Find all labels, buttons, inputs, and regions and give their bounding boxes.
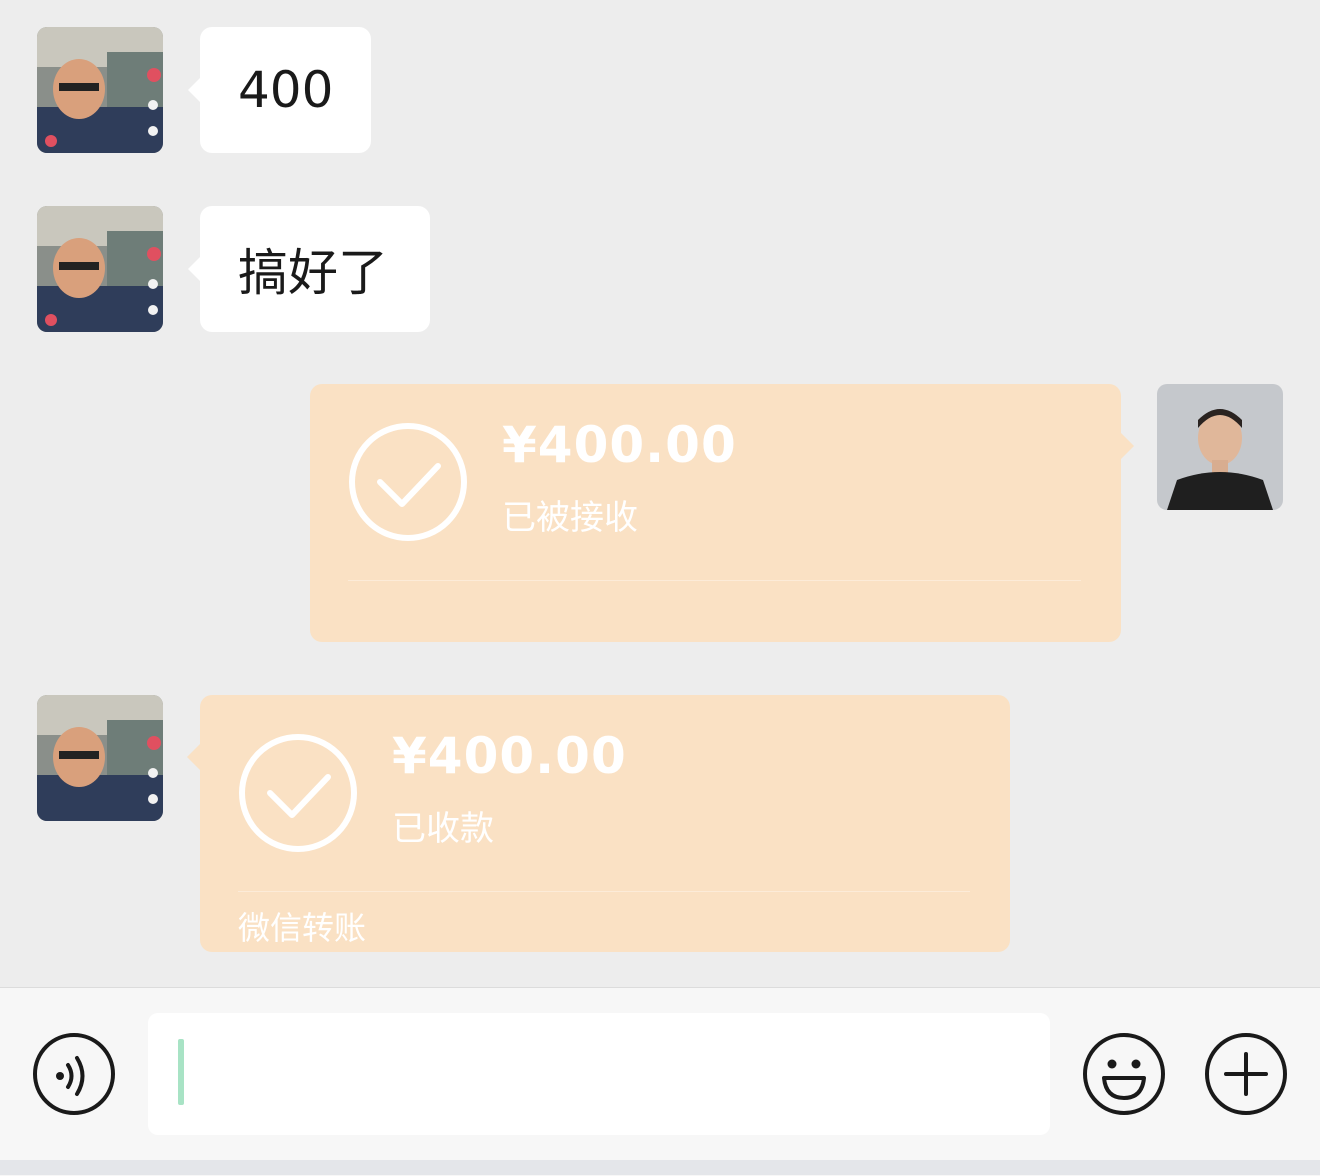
check-circle-icon — [239, 734, 357, 852]
transfer-footer: 微信转账 — [238, 909, 367, 947]
message-text: 400 — [238, 61, 334, 119]
my-avatar[interactable] — [1157, 384, 1283, 510]
contact-avatar[interactable] — [37, 695, 163, 821]
text-caret — [178, 1039, 184, 1105]
voice-icon[interactable] — [32, 1032, 116, 1116]
transfer-status: 已收款 — [392, 809, 494, 849]
transfer-card[interactable]: ¥400.00 已被接收 — [310, 384, 1134, 642]
contact-avatar[interactable] — [37, 206, 163, 332]
message-input[interactable] — [148, 1013, 1050, 1135]
transfer-amount: ¥400.00 — [392, 727, 627, 785]
message-text: 搞好了 — [238, 244, 388, 302]
contact-avatar[interactable] — [37, 27, 163, 153]
input-bar — [0, 987, 1320, 1176]
transfer-card[interactable]: ¥400.00 已收款 微信转账 — [187, 695, 1010, 952]
check-circle-icon — [349, 423, 467, 541]
transfer-amount: ¥400.00 — [502, 416, 737, 474]
plus-icon[interactable] — [1204, 1032, 1288, 1116]
transfer-status: 已被接收 — [502, 498, 638, 538]
message-bubble[interactable]: 400 — [188, 27, 371, 153]
transfer-divider — [238, 891, 970, 892]
transfer-divider — [348, 580, 1081, 581]
message-bubble[interactable]: 搞好了 — [188, 206, 430, 332]
emoji-icon[interactable] — [1082, 1032, 1166, 1116]
keyboard-strip — [0, 1160, 1320, 1175]
